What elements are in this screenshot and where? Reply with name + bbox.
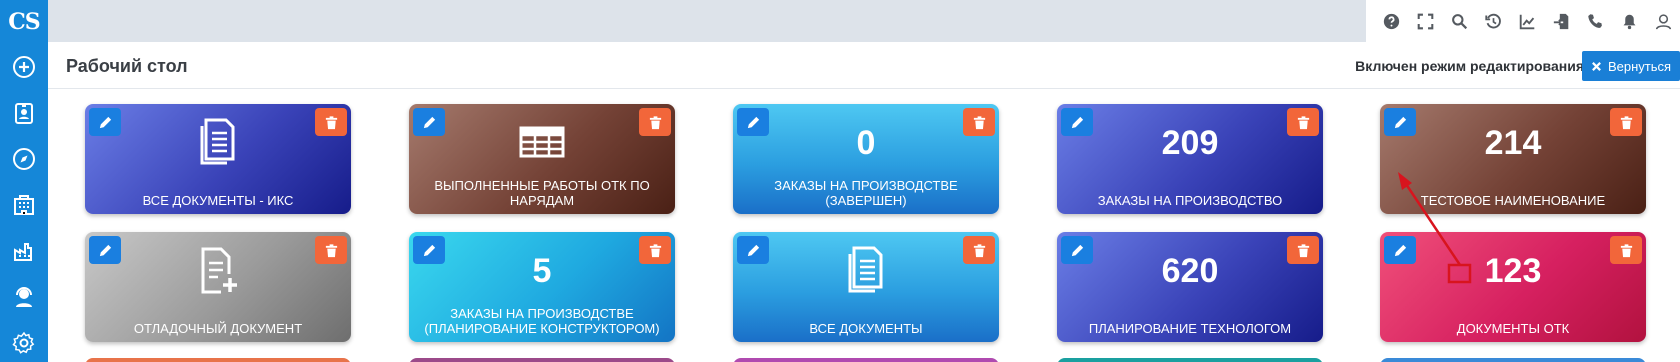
documents-icon (200, 118, 235, 165)
phone-button[interactable] (1578, 0, 1612, 42)
factory-icon (14, 243, 32, 261)
sidebar-item-compass[interactable] (0, 136, 48, 182)
reports-button[interactable] (1510, 0, 1544, 42)
tile-label: ВЫПОЛНЕННЫЕ РАБОТЫ ОТК ПО НАРЯДАМ (434, 178, 650, 208)
tile-icon (409, 118, 675, 168)
tile-label: ВСЕ ДОКУМЕНТЫ (809, 321, 923, 336)
tile-otk-documents[interactable]: 123 ДОКУМЕНТЫ ОТК (1380, 232, 1646, 342)
tile-debug-document[interactable]: ОТЛАДОЧНЫЙ ДОКУМЕНТ (85, 232, 351, 342)
tile-partial[interactable] (1057, 358, 1323, 362)
import-icon (1553, 13, 1568, 29)
phone-icon (1587, 13, 1602, 28)
tile-test-name[interactable]: 214 ТЕСТОВОЕ НАИМЕНОВАНИЕ (1380, 104, 1646, 214)
gear-icon (12, 331, 35, 354)
tile-label: ЗАКАЗЫ НА ПРОИЗВОДСТВЕ (ПЛАНИРОВАНИЕ КОН… (424, 306, 660, 336)
history-button[interactable] (1476, 0, 1510, 42)
sidebar-item-factory[interactable] (0, 228, 48, 274)
back-button-label: Вернуться (1607, 58, 1672, 74)
bell-icon (1623, 14, 1635, 29)
tile-label: ДОКУМЕНТЫ ОТК (1456, 321, 1570, 336)
tile-production-orders[interactable]: 209 ЗАКАЗЫ НА ПРОИЗВОДСТВО (1057, 104, 1323, 214)
building-icon (14, 195, 34, 215)
app-logo[interactable]: CS (0, 0, 48, 44)
page-header: Рабочий стол Включен режим редактировани… (48, 42, 1680, 89)
notifications-button[interactable] (1612, 0, 1646, 42)
tile-label: ПЛАНИРОВАНИЕ ТЕХНОЛОГОМ (1088, 321, 1292, 336)
user-headset-icon (16, 287, 32, 307)
back-button[interactable]: Вернуться (1582, 51, 1680, 81)
search-button[interactable] (1442, 0, 1476, 42)
tile-label: ЗАКАЗЫ НА ПРОИЗВОДСТВО (1097, 193, 1283, 208)
question-icon (1383, 13, 1399, 29)
tile-technologist-planning[interactable]: 620 ПЛАНИРОВАНИЕ ТЕХНОЛОГОМ (1057, 232, 1323, 342)
edit-mode-indicator: Включен режим редактирования (1355, 58, 1584, 74)
sidebar-item-building[interactable] (0, 182, 48, 228)
user-icon (1655, 13, 1671, 29)
documents-icon (848, 246, 883, 293)
tile-count: 0 (856, 124, 876, 162)
tile-orders-completed[interactable]: 0 ЗАКАЗЫ НА ПРОИЗВОДСТВЕ (ЗАВЕРШЕН) (733, 104, 999, 214)
page-title: Рабочий стол (66, 56, 188, 76)
tile-partial[interactable] (409, 358, 675, 362)
sidebar-item-add[interactable] (0, 44, 48, 90)
tile-partial[interactable] (733, 358, 999, 362)
sidebar-item-support[interactable] (0, 274, 48, 320)
history-icon (1484, 13, 1501, 28)
tile-icon (85, 118, 351, 168)
tile-all-documents[interactable]: ВСЕ ДОКУМЕНТЫ (733, 232, 999, 342)
tile-all-documents-iks[interactable]: ВСЕ ДОКУМЕНТЫ - ИКС (85, 104, 351, 214)
tile-partial[interactable] (85, 358, 351, 362)
fullscreen-button[interactable] (1408, 0, 1442, 42)
search-icon (1451, 13, 1467, 29)
sidebar: CS (0, 0, 48, 362)
tile-label: ВСЕ ДОКУМЕНТЫ - ИКС (142, 193, 294, 208)
tile-icon (733, 246, 999, 296)
topbar-actions (1365, 0, 1680, 42)
sidebar-item-badge[interactable] (0, 90, 48, 136)
file-plus-icon (201, 247, 237, 294)
compass-icon (13, 148, 35, 170)
tile-orders-planning-constructor[interactable]: 5 ЗАКАЗЫ НА ПРОИЗВОДСТВЕ (ПЛАНИРОВАНИЕ К… (409, 232, 675, 342)
tile-count: 620 (1161, 252, 1219, 290)
tile-label: ОТЛАДОЧНЫЙ ДОКУМЕНТ (133, 321, 303, 336)
tile-icon (85, 246, 351, 296)
tile-count: 5 (532, 252, 552, 290)
profile-button[interactable] (1646, 0, 1680, 42)
sidebar-item-settings[interactable] (0, 320, 48, 362)
table-icon (519, 126, 565, 158)
chart-icon (1519, 14, 1534, 29)
tile-count: 214 (1484, 124, 1542, 162)
tile-count: 123 (1484, 252, 1542, 290)
import-button[interactable] (1544, 0, 1578, 42)
top-bar (48, 0, 1680, 42)
tile-partial[interactable] (1380, 358, 1646, 362)
id-badge-icon (15, 103, 33, 124)
plus-circle-icon (13, 56, 35, 78)
tile-completed-works-otk[interactable]: ВЫПОЛНЕННЫЕ РАБОТЫ ОТК ПО НАРЯДАМ (409, 104, 675, 214)
tile-count: 209 (1161, 124, 1219, 162)
fullscreen-icon (1417, 13, 1433, 29)
tile-label: ЗАКАЗЫ НА ПРОИЗВОДСТВЕ (ЗАВЕРШЕН) (774, 178, 958, 208)
help-button[interactable] (1374, 0, 1408, 42)
close-icon (1592, 61, 1601, 71)
tile-label: ТЕСТОВОЕ НАИМЕНОВАНИЕ (1420, 193, 1606, 208)
